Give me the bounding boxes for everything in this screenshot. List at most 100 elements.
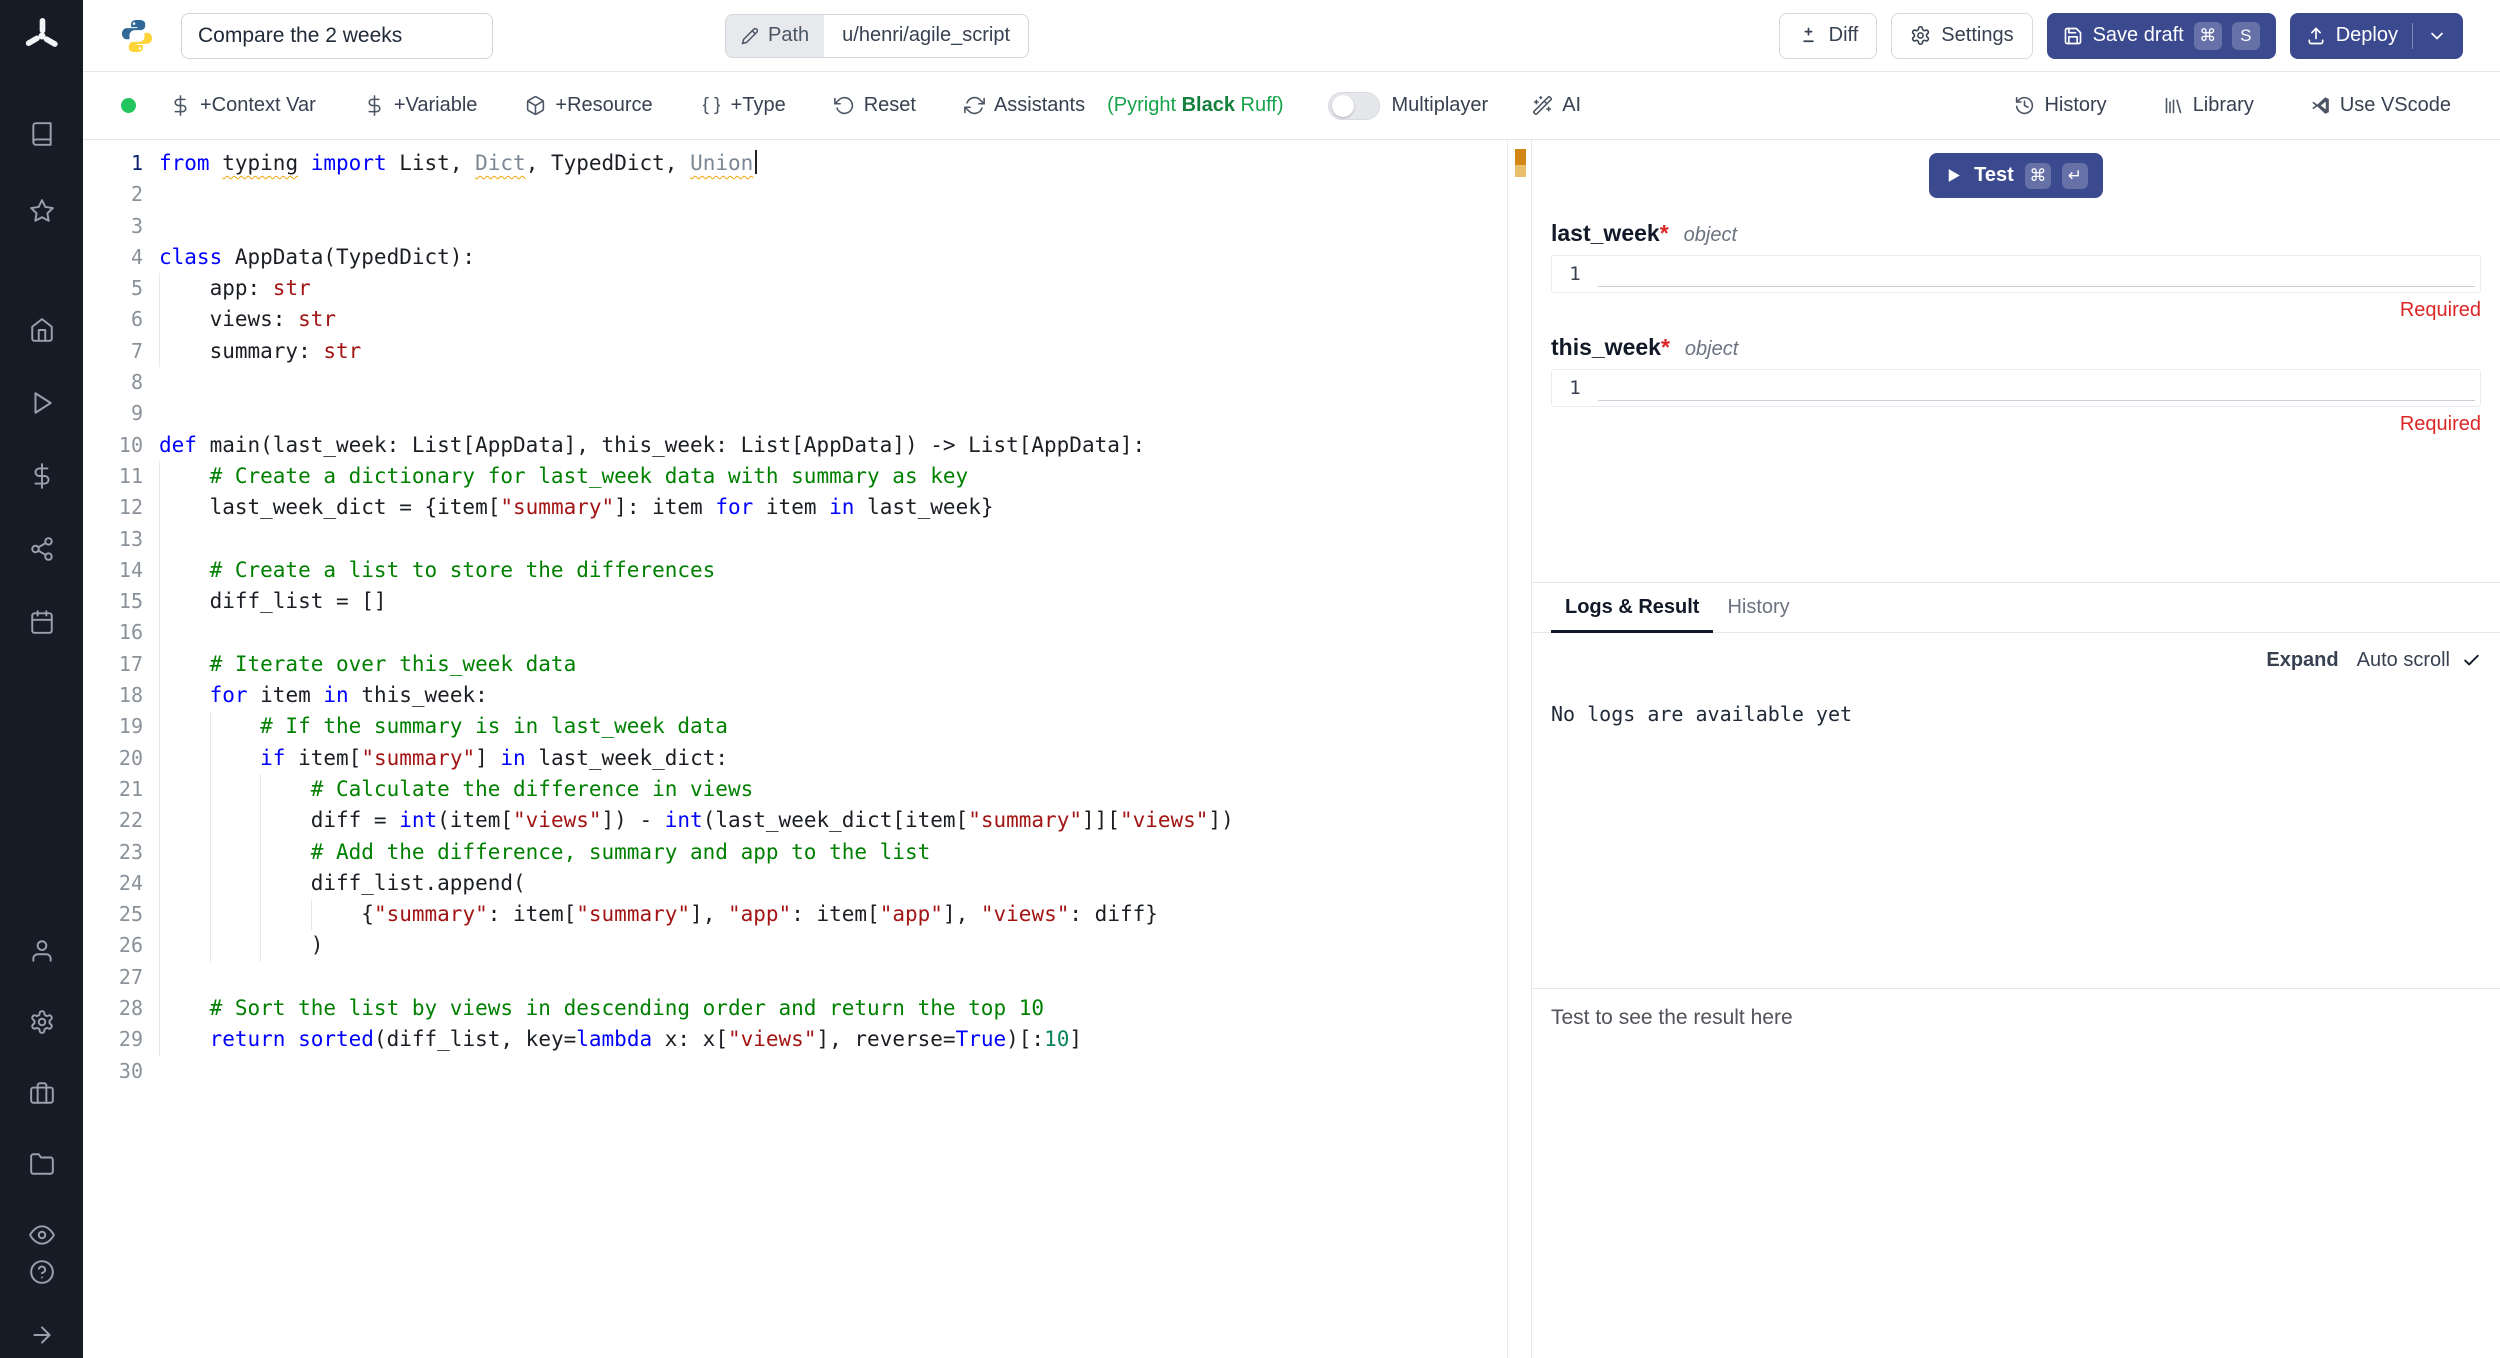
editor-scrollbar[interactable] [1508,140,1531,1358]
path-value: u/henri/agile_script [824,24,1028,47]
code-line[interactable]: 22 diff = int(item["views"]) - int(last_… [83,805,1507,836]
sidebar-gear[interactable] [25,1005,59,1042]
code-line[interactable]: 14 # Create a list to store the differen… [83,555,1507,586]
sidebar-eye[interactable] [25,1218,59,1255]
code-line[interactable]: 13 [83,524,1507,555]
sidebar-dollar[interactable] [25,459,59,496]
multiplayer-toggle[interactable] [1328,92,1380,120]
deploy-button[interactable]: Deploy [2290,13,2463,59]
logs-section: Logs & Result History Expand Auto scroll… [1532,582,2500,988]
expand-button[interactable]: Expand [2266,649,2338,672]
toolbar-library-button[interactable]: Library [2163,94,2254,117]
code-line[interactable]: 12 last_week_dict = {item["summary"]: it… [83,492,1507,523]
sidebar-play[interactable] [25,386,59,423]
code-line[interactable]: 6 views: str [83,304,1507,335]
line-number: 7 [83,336,159,367]
indent-guide [159,649,160,680]
indent-guide [260,930,261,961]
arg-input-content[interactable] [1598,370,2480,406]
gear-icon [29,1009,55,1035]
ai-button[interactable]: AI [1532,94,1581,117]
indent-guide [210,930,211,961]
toolbar-type-button[interactable]: +Type [701,94,786,117]
code-line[interactable]: 7 summary: str [83,336,1507,367]
toolbar-resource-button[interactable]: +Resource [525,94,652,117]
indent-guide [159,868,160,899]
code-editor[interactable]: 1from typing import List, Dict, TypedDic… [83,140,1508,1358]
code-line[interactable]: 23 # Add the difference, summary and app… [83,837,1507,868]
code-line[interactable]: 25 {"summary": item["summary"], "app": i… [83,899,1507,930]
code-text: # Add the difference, summary and app to… [159,837,1507,868]
code-line[interactable]: 28 # Sort the list by views in descendin… [83,993,1507,1024]
toolbar-variable-button[interactable]: +Variable [364,94,478,117]
code-line[interactable]: 8 [83,367,1507,398]
arg-input-content[interactable] [1598,256,2480,292]
code-text [159,524,1507,555]
cmd-key-badge: ⌘ [2194,22,2222,50]
test-button[interactable]: Test ⌘ ↵ [1929,153,2103,198]
code-text: from typing import List, Dict, TypedDict… [159,148,1507,179]
sidebar-user[interactable] [25,934,59,971]
sidebar-book[interactable] [25,117,59,154]
code-line[interactable]: 30 [83,1056,1507,1087]
code-line[interactable]: 20 if item["summary"] in last_week_dict: [83,743,1507,774]
code-text: app: str [159,273,1507,304]
code-line[interactable]: 15 diff_list = [] [83,586,1507,617]
dollar-icon [364,95,385,116]
code-line[interactable]: 9 [83,398,1507,429]
sidebar-arrow-right[interactable] [25,1318,59,1355]
sidebar-help[interactable] [25,1255,59,1292]
sidebar-star[interactable] [25,194,59,231]
arg-input-this_week[interactable]: 1 [1551,369,2481,407]
code-line[interactable]: 10def main(last_week: List[AppData], thi… [83,430,1507,461]
arg-type: object [1684,224,1737,247]
line-number: 11 [83,461,159,492]
tab-history[interactable]: History [1713,583,1803,632]
windmill-logo-icon[interactable] [22,16,62,61]
sidebar-share[interactable] [25,532,59,569]
sidebar-home[interactable] [25,313,59,350]
sidebar-folder[interactable] [25,1147,59,1184]
code-text: views: str [159,304,1507,335]
toolbar-label: History [2044,94,2106,117]
code-line[interactable]: 17 # Iterate over this_week data [83,649,1507,680]
code-line[interactable]: 19 # If the summary is in last_week data [83,711,1507,742]
toolbar-history-button[interactable]: History [2014,94,2106,117]
tab-logs-result[interactable]: Logs & Result [1551,583,1713,632]
sidebar-calendar[interactable] [25,605,59,642]
code-line[interactable]: 26 ) [83,930,1507,961]
diff-button[interactable]: Diff [1779,13,1878,59]
toolbar-reset-button[interactable]: Reset [834,94,916,117]
sidebar-briefcase[interactable] [25,1076,59,1113]
code-line[interactable]: 4class AppData(TypedDict): [83,242,1507,273]
code-line[interactable]: 21 # Calculate the difference in views [83,774,1507,805]
save-draft-button[interactable]: Save draft ⌘ S [2047,13,2276,59]
code-line[interactable]: 18 for item in this_week: [83,680,1507,711]
code-line[interactable]: 24 diff_list.append( [83,868,1507,899]
code-line[interactable]: 3 [83,211,1507,242]
toolbar-context-var-button[interactable]: +Context Var [170,94,316,117]
code-line[interactable]: 27 [83,962,1507,993]
settings-label: Settings [1941,24,2013,47]
arg-input-last_week[interactable]: 1 [1551,255,2481,293]
code-line[interactable]: 11 # Create a dictionary for last_week d… [83,461,1507,492]
multiplayer-label: Multiplayer [1392,94,1489,117]
check-icon[interactable] [2462,651,2481,670]
chevron-down-icon[interactable] [2427,26,2447,46]
code-text: return sorted(diff_list, key=lambda x: x… [159,1024,1507,1055]
warning-marker [1515,149,1526,165]
code-line[interactable]: 2 [83,179,1507,210]
toolbar-assistants-button[interactable]: Assistants [964,94,1085,117]
toolbar-use-vscode-button[interactable]: Use VScode [2310,94,2451,117]
settings-button[interactable]: Settings [1891,13,2032,59]
code-line[interactable]: 1from typing import List, Dict, TypedDic… [83,148,1507,179]
code-line[interactable]: 16 [83,617,1507,648]
book-icon [29,121,55,147]
code-line[interactable]: 5 app: str [83,273,1507,304]
script-title-input[interactable]: Compare the 2 weeks [181,13,493,59]
code-line[interactable]: 29 return sorted(diff_list, key=lambda x… [83,1024,1507,1055]
required-label: Required [1551,413,2481,436]
code-text: # Create a dictionary for last_week data… [159,461,1507,492]
path-group[interactable]: Path u/henri/agile_script [725,14,1029,58]
line-number: 9 [83,398,159,429]
